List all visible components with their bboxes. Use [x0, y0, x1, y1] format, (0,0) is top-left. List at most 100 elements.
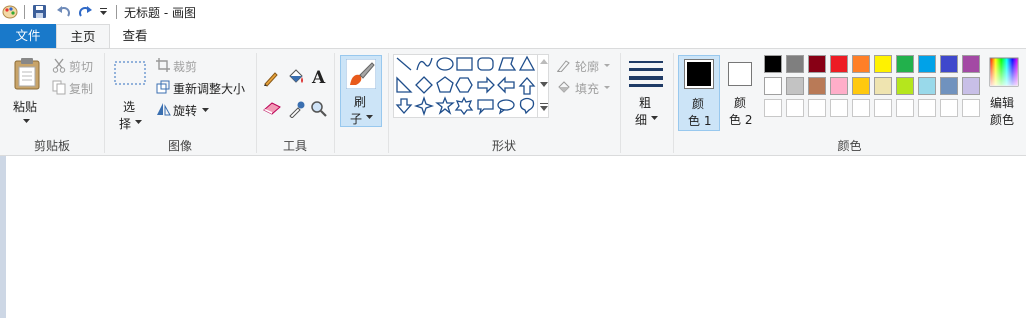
color1-swatch [687, 62, 711, 86]
edit-colors-button[interactable]: 编辑 颜色 [986, 55, 1022, 129]
palette-swatch[interactable] [852, 55, 870, 73]
palette-swatch[interactable] [940, 55, 958, 73]
palette-swatch[interactable] [918, 77, 936, 95]
svg-text:A: A [311, 68, 326, 86]
rotate-button[interactable]: 旋转 [154, 101, 214, 119]
copy-button[interactable]: 复制 [50, 79, 100, 97]
pencil-icon[interactable] [262, 69, 280, 87]
palette-swatch[interactable] [874, 55, 892, 73]
text-icon[interactable]: A [310, 68, 328, 86]
palette-swatch[interactable] [764, 77, 782, 95]
save-icon[interactable] [32, 4, 47, 19]
fill-button[interactable]: 填充 [554, 79, 616, 97]
line-thickness-icon [629, 61, 663, 87]
tab-home[interactable]: 主页 [56, 24, 110, 49]
palette-swatch[interactable] [874, 99, 892, 117]
cut-button[interactable]: 剪切 [50, 57, 100, 75]
color1-button[interactable]: 颜 色 1 [678, 55, 720, 131]
fill-bucket-icon[interactable] [286, 68, 306, 86]
chevron-down-icon [366, 115, 373, 119]
redo-icon[interactable] [78, 4, 93, 19]
palette-swatch[interactable] [896, 77, 914, 95]
eraser-icon[interactable] [262, 100, 282, 116]
chevron-down-icon [651, 116, 658, 120]
tools-group-label: 工具 [282, 139, 307, 153]
color2-button[interactable]: 颜 色 2 [722, 55, 762, 131]
group-separator [334, 53, 335, 153]
rotate-icon [157, 103, 171, 116]
canvas-left-edge [0, 156, 6, 318]
separator [24, 5, 25, 19]
palette-swatch[interactable] [786, 77, 804, 95]
palette-swatch[interactable] [852, 99, 870, 117]
palette-swatch[interactable] [786, 55, 804, 73]
palette-swatch[interactable] [962, 77, 980, 95]
edit-colors-label-2: 颜色 [990, 113, 1015, 127]
palette-swatch[interactable] [808, 99, 826, 117]
tab-file[interactable]: 文件 [0, 24, 56, 48]
crop-label: 裁剪 [173, 60, 198, 74]
crop-button[interactable]: 裁剪 [154, 57, 214, 75]
palette-swatch[interactable] [940, 99, 958, 117]
drawing-canvas[interactable] [0, 156, 1026, 318]
color1-frame [684, 59, 714, 89]
edit-colors-label-1: 编辑 [990, 96, 1015, 110]
palette-swatch[interactable] [852, 77, 870, 95]
color1-label-1: 颜 [692, 97, 705, 111]
shapes-gallery-icons[interactable] [394, 55, 538, 117]
paste-button[interactable]: 粘贴 [6, 53, 46, 131]
shapes-scrollbar[interactable] [537, 54, 550, 118]
outline-button[interactable]: 轮廓 [554, 57, 616, 75]
size-button[interactable]: 粗 细 [626, 55, 668, 129]
scroll-up-icon[interactable] [540, 59, 548, 65]
scissors-icon [52, 58, 66, 73]
paste-label: 粘贴 [13, 100, 38, 114]
select-label-1: 选 [123, 100, 136, 114]
customize-quick-access-icon[interactable] [99, 7, 108, 16]
ribbon-tabs: 文件 主页 查看 [0, 24, 1026, 49]
palette-swatch[interactable] [830, 55, 848, 73]
group-separator [620, 53, 621, 153]
palette-swatch[interactable] [786, 99, 804, 117]
shapes-group-label: 形状 [491, 139, 516, 153]
palette-swatch[interactable] [896, 55, 914, 73]
chevron-down-icon [202, 108, 209, 112]
palette-swatch[interactable] [830, 77, 848, 95]
undo-icon[interactable] [56, 4, 71, 19]
palette-swatch[interactable] [918, 55, 936, 73]
copy-icon [52, 80, 66, 95]
color2-swatch [730, 64, 750, 84]
color1-label-2: 色 1 [688, 114, 712, 128]
separator [116, 5, 117, 19]
palette-swatch[interactable] [962, 99, 980, 117]
ribbon: 粘贴 剪切 复制 剪贴板 选 择 裁剪 重新调整大小 旋转 图像 A 工具 刷 … [0, 48, 1026, 156]
copy-label: 复制 [69, 82, 94, 96]
palette-swatch[interactable] [962, 55, 980, 73]
paint-app-icon[interactable] [2, 3, 18, 19]
resize-button[interactable]: 重新调整大小 [154, 79, 254, 97]
tab-view[interactable]: 查看 [110, 24, 160, 48]
palette-swatch[interactable] [896, 99, 914, 117]
select-button[interactable]: 选 择 [110, 53, 150, 131]
colors-group-label: 颜色 [837, 139, 862, 153]
palette-swatch[interactable] [918, 99, 936, 117]
fill-label: 填充 [575, 82, 600, 96]
palette-swatch[interactable] [830, 99, 848, 117]
crop-icon [156, 58, 170, 72]
select-rectangle-icon [114, 61, 146, 85]
chevron-down-icon [23, 119, 30, 123]
color-picker-icon[interactable] [287, 100, 305, 118]
palette-swatch[interactable] [940, 77, 958, 95]
magnifier-icon[interactable] [310, 100, 328, 118]
palette-swatch[interactable] [764, 99, 782, 117]
resize-icon [156, 80, 170, 94]
expand-gallery-icon[interactable] [540, 103, 548, 112]
palette-swatch[interactable] [808, 55, 826, 73]
palette-swatch[interactable] [808, 77, 826, 95]
brushes-button[interactable]: 刷 子 [340, 55, 382, 127]
scroll-down-icon[interactable] [540, 82, 548, 88]
chevron-down-icon [604, 64, 610, 67]
size-label-2: 细 [635, 113, 648, 127]
palette-swatch[interactable] [874, 77, 892, 95]
palette-swatch[interactable] [764, 55, 782, 73]
